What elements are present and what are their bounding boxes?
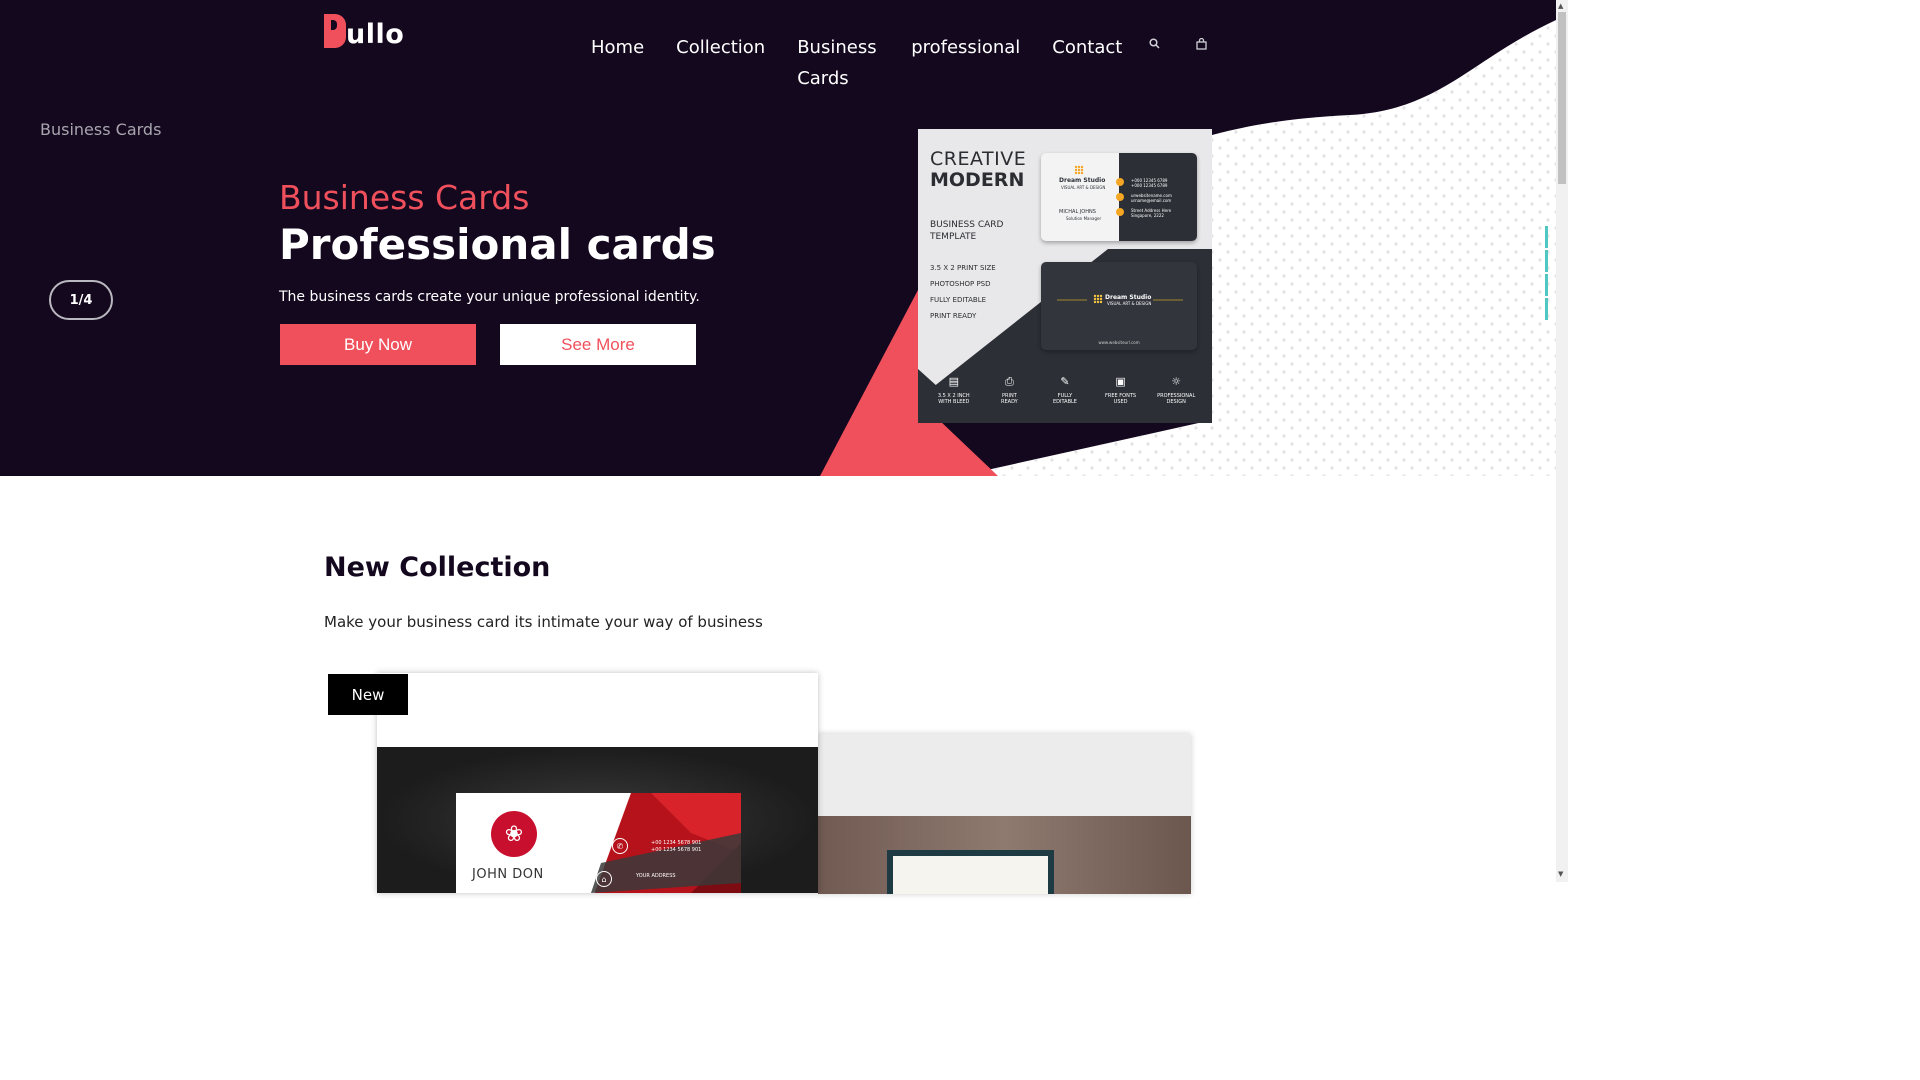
scroll-down-arrow-icon[interactable]: ▼: [1558, 870, 1563, 878]
feature-item: ✎ FULLY EDITABLE: [1040, 375, 1090, 405]
promo-line-1: CREATIVE: [930, 148, 1027, 170]
feature-item: ☼ PROFESSIONAL DESIGN: [1151, 375, 1201, 405]
search-icon[interactable]: [1149, 38, 1160, 52]
brand-dots-icon: [1093, 294, 1103, 304]
bag-icon[interactable]: [1196, 37, 1207, 53]
feature-label: READY: [1001, 399, 1018, 405]
product-card-1[interactable]: ❀ JOHN DON ✆ ⌂ +00 1234 5678 901 +00 123…: [377, 673, 818, 893]
slide-dot-4[interactable]: [1545, 298, 1548, 320]
hero-description: The business cards create your unique pr…: [279, 289, 700, 305]
mini-person: MICHAL JOHNS: [1059, 209, 1096, 215]
flower-logo-icon: ❀: [491, 811, 537, 857]
mini-card-front: Dream Studio VISUAL ART & DESIGN MICHAL …: [1041, 153, 1197, 241]
nav-item-home[interactable]: Home: [591, 32, 644, 63]
phone-icon: ✆: [612, 838, 628, 854]
promo-line-2: MODERN: [930, 169, 1025, 191]
mini-card-back: Dream Studio VISUAL ART & DESIGN www.web…: [1041, 262, 1197, 350]
frame-preview: [887, 850, 1054, 894]
feature-label: EDITABLE: [1053, 399, 1077, 405]
font-icon: ▣: [1115, 375, 1126, 388]
promo-list-item: PRINT READY: [930, 312, 977, 320]
promo-list-item: 3.5 X 2 PRINT SIZE: [930, 264, 996, 272]
feature-label: DESIGN: [1166, 399, 1186, 405]
promo-line-3: BUSINESS CARD TEMPLATE: [930, 220, 1004, 242]
mini-phone-2: +000 12345 6789: [1131, 183, 1168, 188]
nav-item-business-cards[interactable]: Business Cards: [797, 32, 879, 94]
scrollbar-thumb[interactable]: [1558, 12, 1566, 184]
nav-item-contact[interactable]: Contact: [1052, 32, 1122, 63]
buy-now-button[interactable]: Buy Now: [280, 324, 476, 365]
product-image-1: ❀ JOHN DON ✆ ⌂ +00 1234 5678 901 +00 123…: [377, 747, 818, 893]
mini-brand: Dream Studio: [1059, 177, 1106, 184]
card-name: JOHN DON: [472, 867, 544, 882]
scroll-up-arrow-icon[interactable]: ▲: [1558, 2, 1563, 10]
feature-label: USED: [1113, 399, 1128, 405]
nav-item-professional[interactable]: professional: [911, 32, 1020, 63]
feature-item: ⎙ PRINT READY: [984, 375, 1034, 405]
business-card-preview: ❀ JOHN DON ✆ ⌂ +00 1234 5678 901 +00 123…: [456, 793, 741, 893]
brand-dots-icon: [1074, 165, 1084, 175]
main-nav: Home Collection Business Cards professio…: [591, 32, 1154, 94]
mini-addr-2: Singapore, 2222: [1131, 213, 1164, 218]
brand-logo[interactable]: ullo: [324, 14, 404, 48]
printer-icon: ⎙: [1004, 375, 1014, 388]
logo-p-mark: [324, 14, 346, 48]
contact-dots-icon: [1116, 178, 1124, 216]
document-icon: ▤: [948, 375, 959, 388]
mini-web-2: urname@email.com: [1131, 198, 1172, 203]
slide-dots: [1545, 226, 1549, 322]
feature-label: WITH BLEED: [938, 399, 970, 405]
slide-counter: 1/4: [49, 280, 113, 320]
promo-list-item: FULLY EDITABLE: [930, 296, 987, 304]
card-phone-2: +00 1234 5678 901: [651, 847, 702, 853]
slide-dot-2[interactable]: [1545, 250, 1548, 272]
nav-item-collection[interactable]: Collection: [676, 32, 765, 63]
hero-title: Professional cards: [279, 220, 716, 269]
promo-features: ▤ 3.5 X 2 INCH WITH BLEED ⎙ PRINT READY …: [918, 375, 1212, 405]
mini-brand-tag-back: VISUAL ART & DESIGN: [1107, 301, 1152, 306]
edit-icon: ✎: [1060, 375, 1070, 388]
new-badge: New: [328, 674, 408, 715]
hero-subtitle: Business Cards: [279, 178, 530, 217]
feature-item: ▤ 3.5 X 2 INCH WITH BLEED: [929, 375, 979, 405]
mini-brand-tag: VISUAL ART & DESIGN: [1061, 185, 1106, 190]
product-card-2[interactable]: [818, 734, 1191, 894]
logo-text: ullo: [346, 19, 405, 50]
mini-url: www.websiteurl.com: [1098, 340, 1140, 345]
card-phone-1: +00 1234 5678 901: [651, 840, 702, 846]
page-scrollbar[interactable]: ▲ ▼: [1556, 0, 1568, 882]
mini-person-role: Solution Manager: [1066, 216, 1102, 221]
breadcrumb: Business Cards: [40, 120, 162, 139]
slide-dot-3[interactable]: [1545, 274, 1548, 296]
hero-product-image[interactable]: CREATIVE MODERN BUSINESS CARD TEMPLATE 3…: [918, 129, 1212, 423]
bulb-icon: ☼: [1171, 375, 1182, 388]
product-image-2: [818, 816, 1191, 894]
feature-item: ▣ FREE FONTS USED: [1096, 375, 1146, 405]
slide-dot-1[interactable]: [1545, 226, 1548, 248]
mini-brand-back: Dream Studio: [1105, 294, 1152, 301]
see-more-button[interactable]: See More: [500, 324, 696, 365]
section-title: New Collection: [324, 552, 551, 583]
promo-feature-list: 3.5 X 2 PRINT SIZE PHOTOSHOP PSD FULLY E…: [930, 260, 996, 324]
card-phones: +00 1234 5678 901 +00 1234 5678 901: [651, 840, 701, 854]
home-icon: ⌂: [596, 871, 612, 887]
promo-list-item: PHOTOSHOP PSD: [930, 280, 991, 288]
section-subtitle: Make your business card its intimate you…: [324, 613, 763, 631]
hero-section: ullo Home Collection Business Cards prof…: [0, 0, 1556, 476]
card-address: YOUR ADDRESS: [636, 873, 676, 879]
